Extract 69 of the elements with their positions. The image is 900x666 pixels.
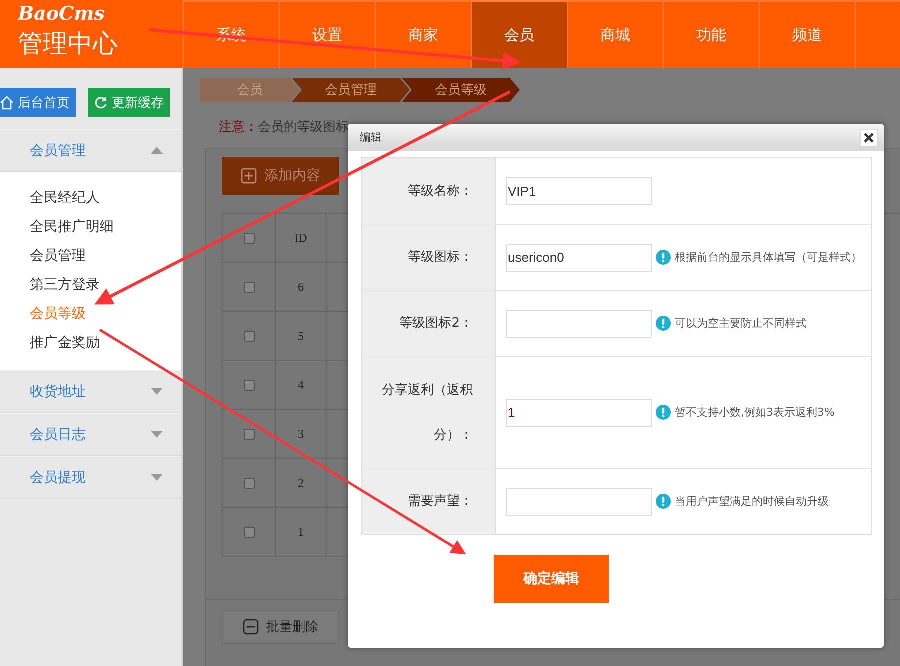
plus-icon <box>240 168 256 184</box>
checkbox[interactable] <box>244 232 254 244</box>
table-cell: 1 <box>276 508 327 557</box>
notice-text: 会员的等级图标 <box>258 119 349 136</box>
table-header: ID <box>276 214 327 263</box>
notice-label: 注意： <box>219 119 258 136</box>
menu-item[interactable]: 第三方登录 <box>30 271 181 300</box>
batch-delete-button[interactable]: 批量删除 <box>222 610 339 644</box>
input-field[interactable] <box>506 310 652 338</box>
menu-item[interactable]: 全民经纪人 <box>30 184 181 213</box>
table-cell: 5 <box>276 312 327 361</box>
nav-tab[interactable]: 会员 <box>471 2 567 68</box>
table-cell: 3 <box>276 410 327 459</box>
menu-group-header[interactable]: 会员日志 <box>0 413 181 456</box>
info-icon <box>656 405 671 420</box>
refresh-icon <box>94 96 108 110</box>
nav-tab[interactable]: 频道 <box>759 2 855 68</box>
caret-icon <box>151 147 163 154</box>
hint-text: 当用户声望满足的时候自动升级 <box>675 494 829 509</box>
info-icon <box>656 250 671 265</box>
logo-text: BaoCms <box>18 2 106 26</box>
checkbox[interactable] <box>244 380 254 390</box>
hint-text: 可以为空主要防止不同样式 <box>675 316 807 331</box>
admin-title: 管理中心 <box>18 28 119 60</box>
close-button[interactable] <box>860 128 878 146</box>
caret-icon <box>151 388 163 395</box>
nav-tab[interactable]: 功能 <box>663 2 759 68</box>
caret-icon <box>151 474 163 481</box>
menu-group-header[interactable]: 收货地址 <box>0 370 181 413</box>
menu-group-header[interactable]: 会员提现 <box>0 456 181 499</box>
field-label: 等级图标： <box>362 225 496 290</box>
breadcrumb-item[interactable]: 会员 <box>200 78 300 102</box>
field-label: 等级名称： <box>362 158 496 224</box>
checkbox[interactable] <box>244 282 254 292</box>
checkbox[interactable] <box>244 478 254 488</box>
input-field[interactable]: VIP1 <box>506 177 652 205</box>
menu-item[interactable]: 会员管理 <box>30 242 181 271</box>
field-label: 等级图标2： <box>362 291 496 356</box>
menu-item[interactable]: 会员等级 <box>30 300 181 329</box>
field-label: 需要声望： <box>362 469 496 534</box>
table-cell: 6 <box>276 263 327 312</box>
refresh-cache-button[interactable]: 更新缓存 <box>88 88 170 117</box>
home-button[interactable]: 后台首页 <box>0 88 76 117</box>
input-field[interactable]: 1 <box>506 398 652 426</box>
nav-tab[interactable]: 商城 <box>567 2 663 68</box>
checkbox[interactable] <box>244 526 254 538</box>
add-content-button[interactable]: 添加内容 <box>222 157 339 195</box>
table-cell: 2 <box>276 459 327 508</box>
minus-icon <box>242 619 258 635</box>
input-field[interactable] <box>506 488 652 516</box>
hint-text: 根据前台的显示具体填写（可是样式） <box>675 250 862 265</box>
breadcrumb-item[interactable]: 会员等级 <box>402 78 520 102</box>
checkbox[interactable] <box>244 428 254 440</box>
close-icon <box>864 132 874 142</box>
dialog-title: 编辑 <box>360 130 382 145</box>
breadcrumb-item[interactable]: 会员管理 <box>292 78 410 102</box>
caret-icon <box>151 431 163 438</box>
menu-item[interactable]: 全民推广明细 <box>30 213 181 242</box>
checkbox[interactable] <box>244 330 254 342</box>
confirm-edit-button[interactable]: 确定编辑 <box>494 555 609 603</box>
menu-item[interactable]: 推广金奖励 <box>30 329 181 358</box>
nav-tab[interactable]: 设置 <box>279 2 375 68</box>
input-field[interactable]: usericon0 <box>506 244 652 272</box>
table-cell: 4 <box>276 361 327 410</box>
info-icon <box>656 494 671 509</box>
info-icon <box>656 316 671 331</box>
hint-text: 暂不支持小数,例如3表示返利3% <box>675 405 835 420</box>
home-icon <box>0 96 14 110</box>
field-label: 分享返利（返积分）： <box>362 357 496 468</box>
